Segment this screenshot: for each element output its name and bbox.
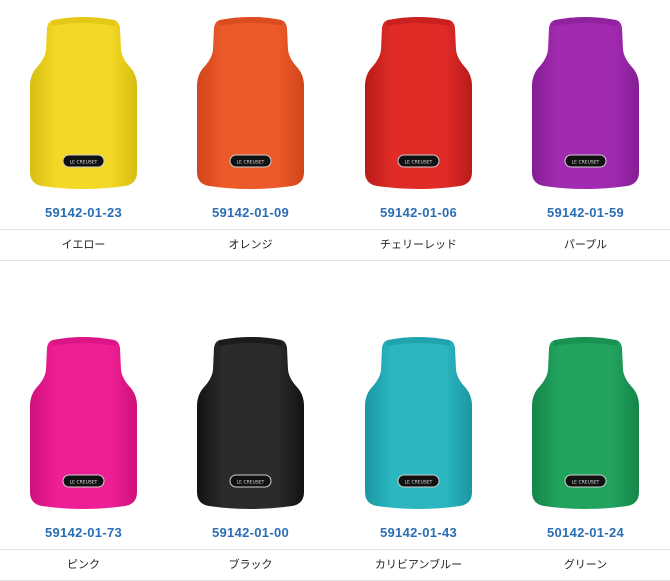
product-card: LE CREUSET 59142-01-73 <box>0 320 167 580</box>
color-name: パープル <box>563 238 608 251</box>
brand-logo-text: LE CREUSET <box>237 160 265 166</box>
color-name-row: ピンク ブラック カリビアンブルー グリーン <box>0 549 670 581</box>
product-code-link[interactable]: 59142-01-00 <box>167 525 334 540</box>
brand-logo-text: LE CREUSET <box>572 480 600 486</box>
product-card: LE CREUSET 50142-01-24 <box>502 320 669 580</box>
product-code-link[interactable]: 59142-01-09 <box>167 205 334 220</box>
color-name: カリビアンブルー <box>374 558 463 571</box>
product-code-link[interactable]: 59142-01-43 <box>335 525 502 540</box>
wine-cooler-image[interactable]: LE CREUSET <box>360 332 477 512</box>
product-card: LE CREUSET 59142-01-09 <box>167 0 334 260</box>
product-code-link[interactable]: 59142-01-59 <box>502 205 669 220</box>
brand-logo-text: LE CREUSET <box>237 480 265 486</box>
color-name: ブラック <box>228 558 273 571</box>
product-card: LE CREUSET 59142-01-06 <box>335 0 502 260</box>
product-card: LE CREUSET 59142-01-43 <box>335 320 502 580</box>
wine-cooler-image[interactable]: LE CREUSET <box>192 12 309 192</box>
wine-cooler-sleeve-icon: LE CREUSET <box>532 17 639 189</box>
color-name: オレンジ <box>228 238 273 251</box>
wine-cooler-sleeve-icon: LE CREUSET <box>30 17 137 189</box>
color-name: グリーン <box>563 558 608 571</box>
product-code-link[interactable]: 59142-01-06 <box>335 205 502 220</box>
wine-cooler-sleeve-icon: LE CREUSET <box>365 337 472 509</box>
wine-cooler-image[interactable]: LE CREUSET <box>527 332 644 512</box>
brand-logo-text: LE CREUSET <box>572 160 600 166</box>
wine-cooler-image[interactable]: LE CREUSET <box>25 12 142 192</box>
wine-cooler-sleeve-icon: LE CREUSET <box>532 337 639 509</box>
wine-cooler-sleeve-icon: LE CREUSET <box>197 17 304 189</box>
color-name-row: イエロー オレンジ チェリーレッド パープル <box>0 229 670 261</box>
product-card: LE CREUSET 59142-01-23 <box>0 0 167 260</box>
wine-cooler-image[interactable]: LE CREUSET <box>527 12 644 192</box>
color-name: イエロー <box>61 238 106 251</box>
product-card: LE CREUSET 59142-01-00 <box>167 320 334 580</box>
color-name: チェリーレッド <box>380 238 457 251</box>
product-code-link[interactable]: 59142-01-73 <box>0 525 167 540</box>
wine-cooler-image[interactable]: LE CREUSET <box>360 12 477 192</box>
product-card: LE CREUSET 59142-01-59 <box>502 0 669 260</box>
brand-logo-text: LE CREUSET <box>70 160 98 166</box>
brand-logo-text: LE CREUSET <box>405 160 433 166</box>
wine-cooler-sleeve-icon: LE CREUSET <box>30 337 137 509</box>
brand-logo-text: LE CREUSET <box>70 480 98 486</box>
product-code-link[interactable]: 50142-01-24 <box>502 525 669 540</box>
brand-logo-text: LE CREUSET <box>405 480 433 486</box>
wine-cooler-image[interactable]: LE CREUSET <box>192 332 309 512</box>
product-code-link[interactable]: 59142-01-23 <box>0 205 167 220</box>
wine-cooler-sleeve-icon: LE CREUSET <box>365 17 472 189</box>
wine-cooler-sleeve-icon: LE CREUSET <box>197 337 304 509</box>
wine-cooler-image[interactable]: LE CREUSET <box>25 332 142 512</box>
color-name: ピンク <box>67 558 100 571</box>
